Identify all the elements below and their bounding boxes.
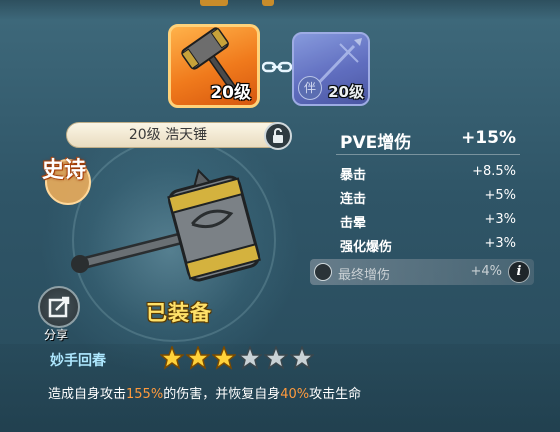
equipped-status: 已装备: [146, 301, 212, 325]
stat-value: +3%: [484, 236, 516, 251]
item-name-bar: 20级 浩天锤: [66, 122, 288, 148]
stat-label: 暴击: [340, 168, 367, 183]
skill-desc-text: 的伤害，并恢复自身: [163, 387, 281, 402]
top-decoration: [200, 0, 228, 6]
stat-label: 强化爆伤: [340, 240, 393, 255]
partner-slot[interactable]: 伴 20级: [292, 32, 370, 106]
star-filled-icon: [160, 346, 184, 370]
skill-stars: [160, 346, 314, 370]
final-damage-row: 最终增伤 +4% i: [310, 259, 534, 285]
partner-level: 20级: [328, 83, 364, 101]
stat-label: 击晕: [340, 216, 367, 231]
stats-header-label: PVE增伤: [340, 133, 412, 153]
star-empty-icon: [290, 346, 314, 370]
skill-name: 妙手回春: [50, 353, 106, 369]
lock-icon: [273, 128, 283, 143]
share-icon: [48, 296, 70, 318]
final-damage-label: 最终增伤: [338, 268, 391, 283]
skill-desc-text: 攻击生命: [309, 387, 362, 402]
share-label: 分享: [44, 328, 69, 342]
eye-icon: [314, 263, 332, 281]
top-decoration: [262, 0, 274, 6]
skill-description: 造成自身攻击155%的伤害，并恢复自身40%攻击生命: [48, 383, 361, 402]
partner-badge: 伴: [298, 76, 322, 100]
stats-divider: [336, 154, 520, 155]
chain-link-icon: [262, 61, 292, 73]
stat-value: +5%: [484, 188, 516, 203]
skill-desc-value: 155%: [126, 387, 164, 402]
share-button[interactable]: [38, 286, 80, 328]
lock-button[interactable]: [264, 122, 292, 150]
skill-desc-value: 40%: [280, 387, 310, 402]
stat-row: 击晕 +3%: [340, 212, 516, 232]
star-filled-icon: [186, 346, 210, 370]
top-strip: [0, 0, 560, 20]
star-empty-icon: [238, 346, 262, 370]
stat-row: 连击 +5%: [340, 188, 516, 208]
weapon-slot[interactable]: 20级: [168, 24, 260, 108]
info-button[interactable]: i: [508, 261, 530, 283]
stat-row: 强化爆伤 +3%: [340, 236, 516, 256]
hammer-illustration: [71, 168, 261, 282]
stats-header-value: +15%: [461, 128, 516, 148]
final-damage-value: +4%: [470, 264, 502, 279]
stat-label: 连击: [340, 192, 367, 207]
star-empty-icon: [264, 346, 288, 370]
stat-value: +3%: [484, 212, 516, 227]
stat-row: 暴击 +8.5%: [340, 164, 516, 184]
stat-value: +8.5%: [472, 164, 516, 179]
weapon-level: 20级: [210, 83, 251, 103]
star-filled-icon: [212, 346, 236, 370]
skill-desc-text: 造成自身攻击: [48, 387, 127, 402]
